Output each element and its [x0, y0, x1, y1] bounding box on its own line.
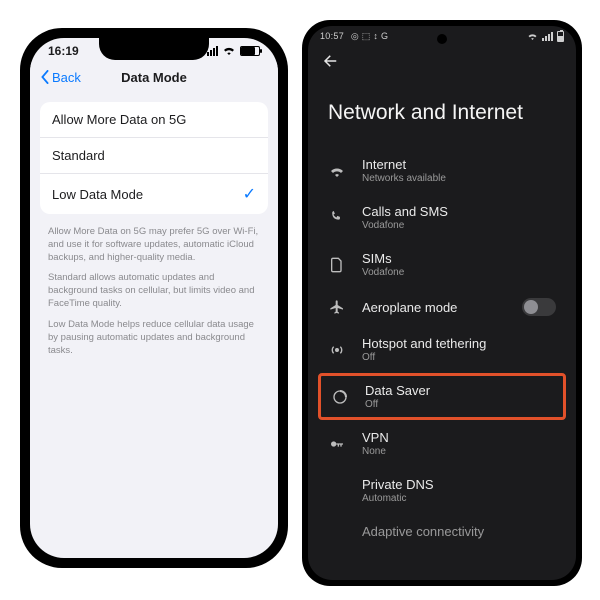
- iphone-notch: [99, 38, 209, 60]
- item-label: Aeroplane mode: [362, 300, 457, 315]
- item-sims[interactable]: SIMs Vodafone: [308, 241, 576, 288]
- item-label: Adaptive connectivity: [362, 524, 484, 539]
- item-label: Private DNS: [362, 477, 434, 492]
- option-label: Standard: [52, 148, 105, 163]
- android-status-indicators: ◎ ⬚ ↕ G: [351, 31, 388, 41]
- signal-icon: [542, 32, 553, 41]
- item-label: VPN: [362, 430, 389, 445]
- footer-text: Standard allows automatic updates and ba…: [48, 272, 260, 310]
- hotspot-icon: [328, 342, 346, 358]
- item-data-saver[interactable]: Data Saver Off: [318, 373, 566, 420]
- arrow-left-icon: [322, 52, 340, 70]
- item-label: Hotspot and tethering: [362, 336, 486, 351]
- battery-icon: [240, 46, 260, 56]
- back-label: Back: [52, 70, 81, 85]
- item-label: Internet: [362, 157, 446, 172]
- android-screen: 10:57 ◎ ⬚ ↕ G Network and Internet: [308, 26, 576, 580]
- data-saver-icon: [331, 389, 349, 405]
- signal-icon: [207, 46, 218, 56]
- android-clock: 10:57: [320, 31, 344, 41]
- chevron-left-icon: [40, 70, 50, 84]
- item-label: Calls and SMS: [362, 204, 448, 219]
- option-label: Low Data Mode: [52, 187, 143, 202]
- item-aeroplane-mode[interactable]: Aeroplane mode: [308, 288, 576, 326]
- page-title: Data Mode: [121, 70, 187, 85]
- item-hotspot[interactable]: Hotspot and tethering Off: [308, 326, 576, 373]
- punch-hole-camera: [437, 34, 447, 44]
- data-mode-options: Allow More Data on 5G Standard Low Data …: [40, 102, 268, 214]
- footer-text: Low Data Mode helps reduce cellular data…: [48, 319, 260, 357]
- ios-nav-bar: Back Data Mode: [30, 62, 278, 92]
- iphone-frame: 16:19 Back Data Mode: [20, 28, 288, 568]
- wifi-icon: [527, 32, 538, 42]
- wifi-icon: [328, 165, 346, 177]
- option-label: Allow More Data on 5G: [52, 112, 186, 127]
- item-adaptive-connectivity[interactable]: Adaptive connectivity: [308, 514, 576, 549]
- item-internet[interactable]: Internet Networks available: [308, 147, 576, 194]
- option-low-data-mode[interactable]: Low Data Mode ✓: [40, 174, 268, 214]
- phone-sms-icon: [328, 210, 346, 226]
- item-calls-sms[interactable]: Calls and SMS Vodafone: [308, 194, 576, 241]
- battery-icon: [557, 31, 564, 42]
- back-button[interactable]: Back: [40, 70, 81, 85]
- ios-clock: 16:19: [48, 44, 79, 58]
- settings-list: Internet Networks available Calls and SM…: [308, 147, 576, 549]
- item-vpn[interactable]: VPN None: [308, 420, 576, 467]
- option-standard[interactable]: Standard: [40, 138, 268, 174]
- item-sub: None: [362, 446, 389, 457]
- item-sub: Off: [362, 352, 486, 363]
- wifi-icon: [222, 44, 236, 58]
- item-private-dns[interactable]: Private DNS Automatic: [308, 467, 576, 514]
- item-sub: Automatic: [362, 493, 434, 504]
- item-label: Data Saver: [365, 383, 430, 398]
- android-frame: 10:57 ◎ ⬚ ↕ G Network and Internet: [302, 20, 582, 586]
- checkmark-icon: ✓: [243, 184, 256, 204]
- iphone-screen: 16:19 Back Data Mode: [30, 38, 278, 558]
- airplane-icon: [328, 299, 346, 315]
- option-allow-more-5g[interactable]: Allow More Data on 5G: [40, 102, 268, 138]
- item-sub: Off: [365, 399, 430, 410]
- aeroplane-toggle[interactable]: [522, 298, 556, 316]
- footer-text: Allow More Data on 5G may prefer 5G over…: [48, 226, 260, 264]
- back-button[interactable]: [308, 44, 576, 77]
- options-footer: Allow More Data on 5G may prefer 5G over…: [30, 222, 278, 369]
- vpn-key-icon: [328, 436, 346, 452]
- item-sub: Vodafone: [362, 220, 448, 231]
- item-sub: Vodafone: [362, 267, 404, 278]
- item-label: SIMs: [362, 251, 404, 266]
- sim-icon: [328, 257, 346, 273]
- item-sub: Networks available: [362, 173, 446, 184]
- page-title: Network and Internet: [308, 77, 576, 147]
